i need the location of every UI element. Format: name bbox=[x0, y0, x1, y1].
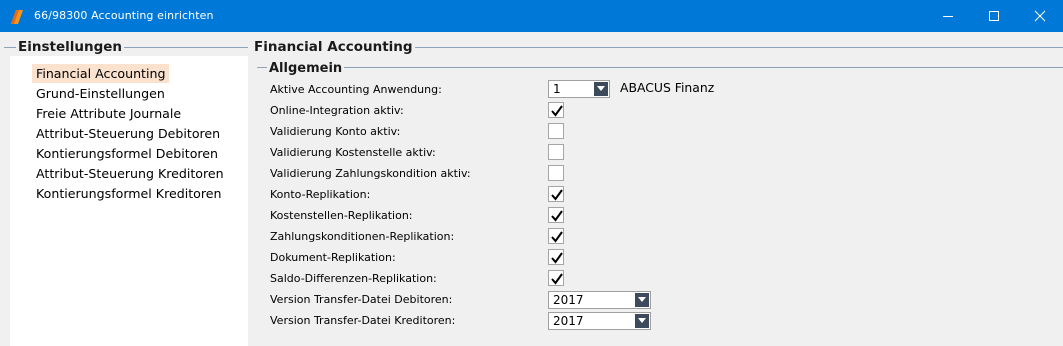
check-icon bbox=[551, 273, 563, 285]
nav-item-grund-einstellungen[interactable]: Grund-Einstellungen bbox=[32, 84, 169, 103]
version-debitoren-select[interactable]: 2017 bbox=[548, 291, 651, 309]
check-label: Validierung Konto aktiv: bbox=[270, 125, 401, 138]
active-app-select[interactable]: 1 bbox=[548, 80, 610, 98]
check-label: Zahlungskonditionen-Replikation: bbox=[270, 230, 455, 243]
version-debitoren-value: 2017 bbox=[553, 293, 584, 307]
check-icon bbox=[551, 189, 563, 201]
group-rule bbox=[257, 67, 1063, 68]
check-label: Kostenstellen-Replikation: bbox=[270, 209, 413, 222]
online-integration-checkbox[interactable] bbox=[548, 102, 564, 118]
app-tag-icon bbox=[11, 9, 23, 24]
main-heading: Financial Accounting bbox=[252, 39, 415, 55]
group-heading: Allgemein bbox=[267, 61, 345, 77]
zahlungskonditionen-replikation-checkbox[interactable] bbox=[548, 228, 564, 244]
close-button[interactable] bbox=[1017, 0, 1063, 32]
chevron-down-icon[interactable] bbox=[594, 82, 608, 96]
konto-replikation-checkbox[interactable] bbox=[548, 186, 564, 202]
chevron-down-icon[interactable] bbox=[635, 293, 649, 307]
minimize-button[interactable] bbox=[925, 0, 971, 32]
nav-item-attribut-steuerung-kreditoren[interactable]: Attribut-Steuerung Kreditoren bbox=[32, 164, 228, 183]
check-label: Validierung Zahlungskondition aktiv: bbox=[270, 167, 471, 180]
check-label: Online-Integration aktiv: bbox=[270, 104, 404, 117]
check-label: Konto-Replikation: bbox=[270, 188, 371, 201]
validierung-kostenstelle-checkbox[interactable] bbox=[548, 144, 564, 160]
close-icon bbox=[1034, 10, 1046, 22]
saldo-differenzen-replikation-checkbox[interactable] bbox=[548, 270, 564, 286]
check-icon bbox=[551, 252, 563, 264]
nav-item-financial-accounting[interactable]: Financial Accounting bbox=[32, 64, 170, 83]
check-icon bbox=[551, 210, 563, 222]
check-label: Dokument-Replikation: bbox=[270, 251, 396, 264]
active-app-value: 1 bbox=[553, 82, 561, 96]
window-title: 66/98300 Accounting einrichten bbox=[34, 9, 214, 22]
validierung-konto-checkbox[interactable] bbox=[548, 123, 564, 139]
check-icon bbox=[551, 105, 563, 117]
validierung-zahlungskondition-checkbox[interactable] bbox=[548, 165, 564, 181]
maximize-button[interactable] bbox=[971, 0, 1017, 32]
settings-heading: Einstellungen bbox=[16, 39, 125, 55]
active-app-label: Aktive Accounting Anwendung: bbox=[270, 83, 442, 96]
version-kreditoren-label: Version Transfer-Datei Kreditoren: bbox=[270, 314, 456, 327]
minimize-icon bbox=[943, 16, 953, 17]
nav-item-freie-attribute-journale[interactable]: Freie Attribute Journale bbox=[32, 104, 185, 123]
check-icon bbox=[551, 231, 563, 243]
version-debitoren-label: Version Transfer-Datei Debitoren: bbox=[270, 293, 453, 306]
version-kreditoren-select[interactable]: 2017 bbox=[548, 312, 651, 330]
check-label: Validierung Kostenstelle aktiv: bbox=[270, 146, 436, 159]
check-label: Saldo-Differenzen-Replikation: bbox=[270, 272, 437, 285]
dokument-replikation-checkbox[interactable] bbox=[548, 249, 564, 265]
maximize-icon bbox=[989, 11, 999, 21]
nav-item-kontierungsformel-kreditoren[interactable]: Kontierungsformel Kreditoren bbox=[32, 184, 226, 203]
title-bar: 66/98300 Accounting einrichten bbox=[0, 0, 1063, 32]
nav-item-kontierungsformel-debitoren[interactable]: Kontierungsformel Debitoren bbox=[32, 144, 222, 163]
kostenstellen-replikation-checkbox[interactable] bbox=[548, 207, 564, 223]
chevron-down-icon[interactable] bbox=[635, 314, 649, 328]
version-kreditoren-value: 2017 bbox=[553, 314, 584, 328]
nav-item-attribut-steuerung-debitoren[interactable]: Attribut-Steuerung Debitoren bbox=[32, 124, 224, 143]
active-app-description: ABACUS Finanz bbox=[620, 80, 715, 95]
